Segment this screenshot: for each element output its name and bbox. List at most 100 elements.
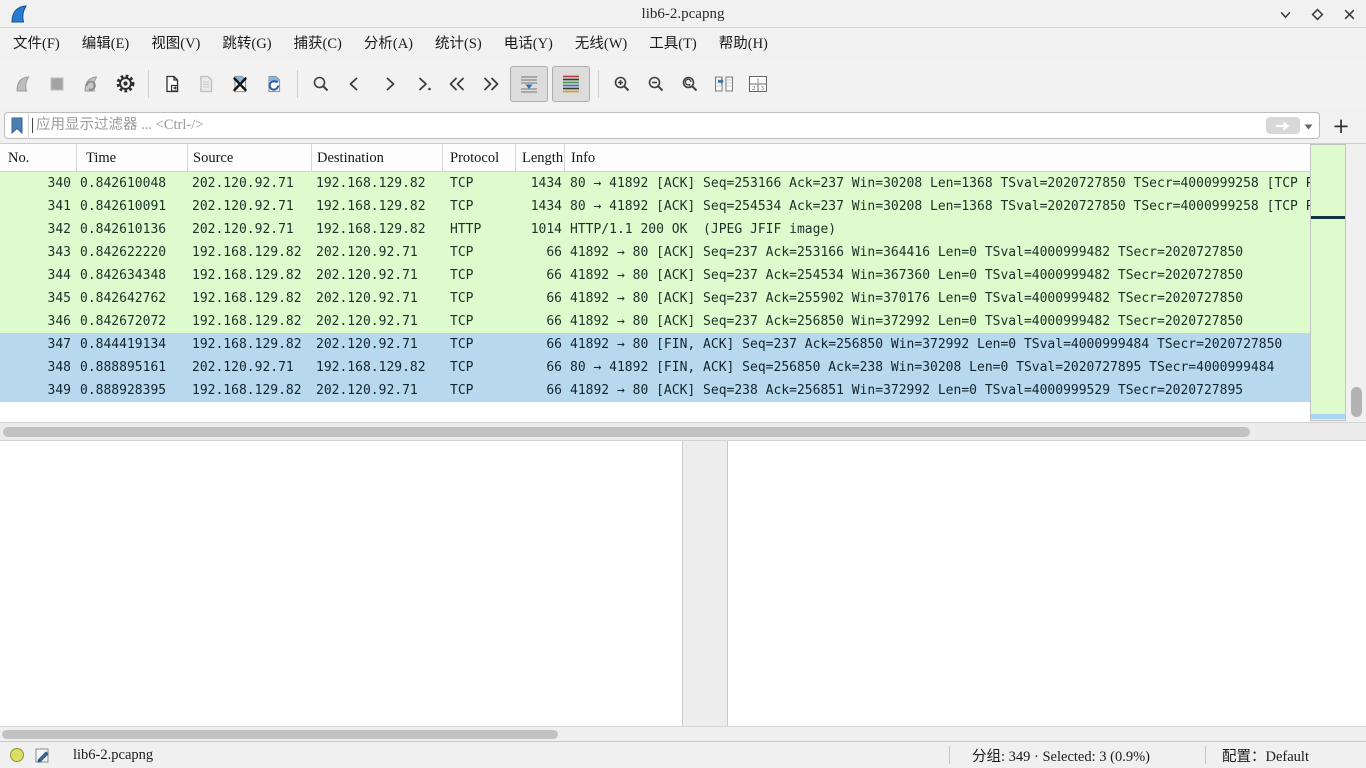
find-packet-button[interactable] bbox=[304, 68, 338, 100]
next-packet-button[interactable] bbox=[372, 68, 406, 100]
packet-cell-dst: 192.168.129.82 bbox=[312, 356, 443, 379]
close-icon[interactable] bbox=[1338, 3, 1360, 25]
column-header-source[interactable]: Source bbox=[188, 144, 312, 171]
packet-cell-src: 202.120.92.71 bbox=[188, 172, 312, 195]
column-header-length[interactable]: Length bbox=[516, 144, 565, 171]
menu-edit[interactable]: 编辑(E) bbox=[71, 29, 141, 60]
main-toolbar: 123 bbox=[0, 60, 1366, 107]
layout-icon: 123 bbox=[747, 74, 769, 94]
menu-capture[interactable]: 捕获(C) bbox=[283, 29, 353, 60]
packet-row[interactable]: 3420.842610136202.120.92.71192.168.129.8… bbox=[0, 218, 1310, 241]
packet-row[interactable]: 3450.842642762192.168.129.82202.120.92.7… bbox=[0, 287, 1310, 310]
colorize-toggle[interactable] bbox=[552, 66, 590, 102]
first-packet-button[interactable] bbox=[440, 68, 474, 100]
zoom-reset-button[interactable] bbox=[673, 68, 707, 100]
zoom-in-button[interactable] bbox=[605, 68, 639, 100]
display-filter-input[interactable] bbox=[33, 114, 1266, 137]
packet-cell-proto: TCP bbox=[443, 333, 516, 356]
minimap-selection bbox=[1311, 414, 1345, 419]
packet-row[interactable]: 3410.842610091202.120.92.71192.168.129.8… bbox=[0, 195, 1310, 218]
display-filter-box[interactable] bbox=[4, 112, 1320, 139]
vertical-scrollbar-thumb[interactable] bbox=[1351, 387, 1362, 417]
add-filter-button[interactable]: + bbox=[1328, 112, 1354, 139]
status-bar: lib6-2.pcapng 分组: 349 · Selected: 3 (0.9… bbox=[0, 741, 1366, 768]
packet-cell-src: 192.168.129.82 bbox=[188, 333, 312, 356]
packet-cell-len: 1434 bbox=[516, 172, 565, 195]
zoom-out-button[interactable] bbox=[639, 68, 673, 100]
zoom-in-icon bbox=[612, 74, 632, 94]
apply-filter-icon[interactable] bbox=[1266, 117, 1300, 134]
menu-view[interactable]: 视图(V) bbox=[140, 29, 211, 60]
packet-cell-proto: TCP bbox=[443, 172, 516, 195]
layout-button[interactable]: 123 bbox=[741, 68, 775, 100]
chevron-left-icon bbox=[345, 74, 365, 94]
expert-info-icon[interactable] bbox=[10, 748, 24, 762]
menu-analyze[interactable]: 分析(A) bbox=[353, 29, 424, 60]
menu-help[interactable]: 帮助(H) bbox=[708, 29, 779, 60]
packet-cell-dst: 192.168.129.82 bbox=[312, 195, 443, 218]
column-header-no[interactable]: No. bbox=[0, 144, 77, 171]
filter-bookmark-icon[interactable] bbox=[5, 112, 29, 139]
open-file-button[interactable] bbox=[155, 68, 189, 100]
packet-row[interactable]: 3440.842634348192.168.129.82202.120.92.7… bbox=[0, 264, 1310, 287]
menu-file[interactable]: 文件(F) bbox=[2, 29, 71, 60]
restart-capture-button[interactable] bbox=[74, 68, 108, 100]
packet-list-vertical-scrollbar[interactable] bbox=[1347, 144, 1366, 421]
shark-fin-icon bbox=[13, 74, 33, 94]
column-header-destination[interactable]: Destination bbox=[312, 144, 443, 171]
packet-row[interactable]: 3460.842672072192.168.129.82202.120.92.7… bbox=[0, 310, 1310, 333]
auto-scroll-toggle[interactable] bbox=[510, 66, 548, 102]
capture-options-button[interactable] bbox=[108, 68, 142, 100]
chevron-right-icon bbox=[379, 74, 399, 94]
close-file-button[interactable] bbox=[223, 68, 257, 100]
horizontal-scrollbar-thumb[interactable] bbox=[3, 427, 1250, 437]
maximize-icon[interactable] bbox=[1306, 3, 1328, 25]
packet-row[interactable]: 3470.844419134192.168.129.82202.120.92.7… bbox=[0, 333, 1310, 356]
status-file-name: lib6-2.pcapng bbox=[73, 747, 153, 764]
packet-rows: 3400.842610048202.120.92.71192.168.129.8… bbox=[0, 172, 1310, 402]
packet-cell-no: 342 bbox=[0, 218, 77, 241]
menu-statistics[interactable]: 统计(S) bbox=[424, 29, 493, 60]
packet-list-horizontal-scrollbar[interactable] bbox=[0, 422, 1366, 441]
reload-file-button[interactable] bbox=[257, 68, 291, 100]
menu-telephony[interactable]: 电话(Y) bbox=[493, 29, 564, 60]
packet-cell-info: 41892 → 80 [ACK] Seq=237 Ack=253166 Win=… bbox=[565, 241, 1310, 264]
packet-row[interactable]: 3400.842610048202.120.92.71192.168.129.8… bbox=[0, 172, 1310, 195]
packet-cell-len: 66 bbox=[516, 287, 565, 310]
reload-file-icon bbox=[264, 74, 284, 94]
resize-columns-button[interactable] bbox=[707, 68, 741, 100]
details-scrollbar-thumb[interactable] bbox=[2, 730, 558, 739]
status-profile[interactable]: 配置：Default bbox=[1206, 745, 1366, 766]
packet-row[interactable]: 3430.842622220192.168.129.82202.120.92.7… bbox=[0, 241, 1310, 264]
menu-go[interactable]: 跳转(G) bbox=[211, 29, 282, 60]
menu-tools[interactable]: 工具(T) bbox=[638, 29, 708, 60]
packet-cell-len: 66 bbox=[516, 310, 565, 333]
column-header-time[interactable]: Time bbox=[77, 144, 188, 171]
packet-row[interactable]: 3490.888928395192.168.129.82202.120.92.7… bbox=[0, 379, 1310, 402]
details-horizontal-scrollbar[interactable] bbox=[0, 726, 1366, 741]
column-header-protocol[interactable]: Protocol bbox=[443, 144, 516, 171]
packet-cell-info: HTTP/1.1 200 OK (JPEG JFIF image) bbox=[565, 218, 1310, 241]
minimize-icon[interactable] bbox=[1274, 3, 1296, 25]
menu-wireless[interactable]: 无线(W) bbox=[564, 29, 638, 60]
wireshark-window: lib6-2.pcapng 文件(F) 编辑(E) 视图(V) 跳转(G) 捕获… bbox=[0, 0, 1366, 768]
column-header-info[interactable]: Info bbox=[565, 144, 1310, 171]
packet-cell-time: 0.842610136 bbox=[77, 218, 188, 241]
capture-comment-icon[interactable] bbox=[34, 747, 51, 764]
packet-cell-proto: TCP bbox=[443, 379, 516, 402]
filter-dropdown-icon[interactable] bbox=[1304, 117, 1313, 135]
pane-splitter[interactable] bbox=[684, 441, 727, 726]
previous-packet-button[interactable] bbox=[338, 68, 372, 100]
filter-bar: + bbox=[0, 107, 1366, 144]
packet-cell-info: 41892 → 80 [ACK] Seq=238 Ack=256851 Win=… bbox=[565, 379, 1310, 402]
start-capture-button[interactable] bbox=[6, 68, 40, 100]
save-file-button[interactable] bbox=[189, 68, 223, 100]
last-packet-button[interactable] bbox=[474, 68, 508, 100]
stop-capture-button[interactable] bbox=[40, 68, 74, 100]
go-to-packet-button[interactable] bbox=[406, 68, 440, 100]
packet-cell-proto: TCP bbox=[443, 310, 516, 333]
packet-row[interactable]: 3480.888895161202.120.92.71192.168.129.8… bbox=[0, 356, 1310, 379]
packet-cell-dst: 202.120.92.71 bbox=[312, 287, 443, 310]
packet-cell-no: 348 bbox=[0, 356, 77, 379]
intelligent-scrollbar-minimap[interactable] bbox=[1310, 144, 1346, 421]
